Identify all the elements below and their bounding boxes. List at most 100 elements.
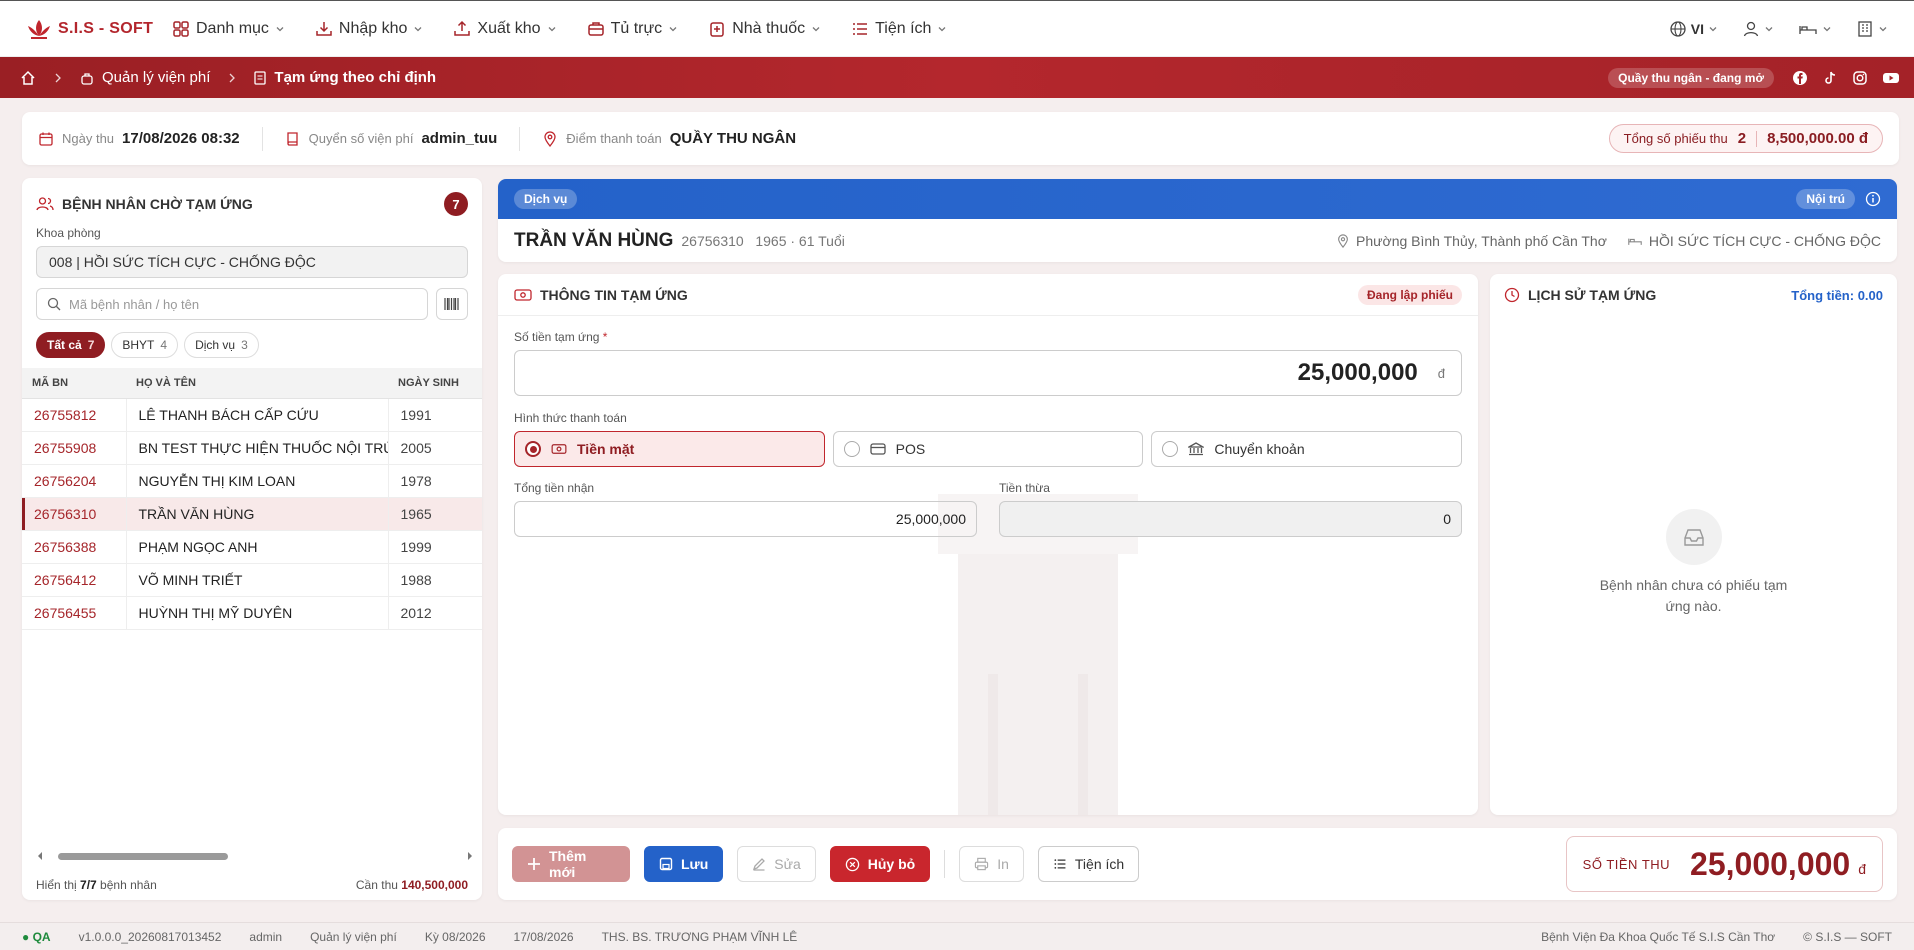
- menu-nha-thuoc[interactable]: Nhà thuốc: [708, 20, 821, 38]
- scrollbar-thumb[interactable]: [58, 852, 228, 860]
- search-placeholder: Mã bệnh nhân / họ tên: [69, 296, 200, 312]
- radio-unchecked[interactable]: [843, 441, 860, 457]
- button-label: Thêm mới: [549, 848, 587, 880]
- home-icon[interactable]: [20, 70, 36, 86]
- print-button[interactable]: In: [959, 846, 1024, 882]
- document-icon: [254, 70, 267, 85]
- pencil-icon: [752, 857, 766, 871]
- col-header-name[interactable]: HỌ VÀ TÊN: [126, 368, 388, 399]
- tab-bhyt[interactable]: BHYT 4: [111, 332, 179, 358]
- radio-checked[interactable]: [525, 441, 541, 457]
- utility-button[interactable]: Tiện ích: [1037, 846, 1140, 882]
- edit-button[interactable]: Sửa: [737, 846, 816, 882]
- footer-prefix: Hiển thị: [36, 878, 81, 892]
- building-icon: [1856, 20, 1874, 38]
- payment-cash-option[interactable]: Tiền mặt: [514, 431, 825, 467]
- waiting-patients-panel: BỆNH NHÂN CHỜ TẠM ỨNG 7 Khoa phòng 008 |…: [22, 178, 482, 900]
- patient-type-badge: Dịch vụ: [514, 189, 578, 209]
- cabinet-icon: [587, 20, 605, 38]
- button-label: In: [997, 856, 1009, 872]
- list-icon: [851, 20, 869, 38]
- copyright-text: © S.I.S — SOFT: [1803, 929, 1892, 944]
- payment-transfer-option[interactable]: Chuyển khoản: [1151, 431, 1463, 467]
- advance-amount-input[interactable]: 25,000,000 đ: [514, 350, 1462, 396]
- col-header-id[interactable]: MÃ BN: [22, 368, 126, 399]
- received-amount-input[interactable]: 25,000,000: [514, 501, 977, 537]
- building-menu[interactable]: [1856, 20, 1888, 38]
- radio-unchecked[interactable]: [1162, 441, 1179, 457]
- horizontal-scrollbar[interactable]: [36, 850, 474, 862]
- hospital-text: Bệnh Viện Đa Khoa Quốc Tế S.I.S Cần Thơ: [1541, 929, 1776, 944]
- table-row[interactable]: 26756310 TRẦN VĂN HÙNG 1965: [22, 497, 482, 531]
- cash-icon: [551, 443, 567, 455]
- users-icon: [36, 196, 54, 212]
- menu-danh-muc[interactable]: Danh mục: [172, 20, 285, 38]
- table-row[interactable]: 26756204 NGUYỄN THỊ KIM LOAN 1978: [22, 464, 482, 498]
- period-text: Kỳ 08/2026: [424, 929, 486, 944]
- tab-count: 4: [160, 338, 168, 352]
- chevron-down-icon: [811, 24, 821, 34]
- tab-all[interactable]: Tất cả 7: [36, 332, 106, 358]
- cell-dob: 1978: [388, 464, 482, 498]
- menu-label: Danh mục: [196, 19, 269, 37]
- youtube-icon[interactable]: [1882, 70, 1900, 86]
- inbox-icon: [1665, 509, 1722, 565]
- facebook-icon[interactable]: [1792, 70, 1808, 86]
- scroll-right-icon[interactable]: [466, 851, 474, 861]
- search-icon: [47, 297, 61, 311]
- cell-dob: 2005: [388, 431, 482, 465]
- instagram-icon[interactable]: [1852, 70, 1868, 86]
- logo-text: S.I.S - SOFT: [58, 19, 154, 37]
- tab-dich-vu[interactable]: Dịch vụ 3: [184, 332, 259, 358]
- currency-symbol: đ: [1437, 365, 1445, 381]
- cancel-button[interactable]: Hủy bỏ: [829, 846, 931, 882]
- dept-select[interactable]: 008 | HỒI SỨC TÍCH CỰC - CHỐNG ĐỘC: [36, 246, 468, 278]
- menu-tien-ich[interactable]: Tiện ích: [851, 20, 947, 38]
- date-text: 17/08/2026: [513, 929, 574, 944]
- calendar-icon: [38, 131, 54, 147]
- scroll-left-icon[interactable]: [36, 851, 44, 861]
- menu-tu-truc[interactable]: Tủ trực: [587, 20, 679, 38]
- menu-label: Tủ trực: [610, 19, 663, 37]
- pharmacy-icon: [708, 20, 726, 38]
- user-menu[interactable]: [1742, 20, 1774, 38]
- total-collect-label: SỐ TIỀN THU: [1582, 856, 1671, 872]
- change-amount-field: 0: [999, 501, 1462, 537]
- app-logo[interactable]: S.I.S - SOFT: [26, 18, 172, 40]
- patient-search-input[interactable]: Mã bệnh nhân / họ tên: [36, 288, 428, 320]
- cell-name: NGUYỄN THỊ KIM LOAN: [126, 464, 389, 498]
- chevron-down-icon: [1878, 24, 1888, 34]
- table-row[interactable]: 26756388 PHẠM NGỌC ANH 1999: [22, 530, 482, 564]
- table-row[interactable]: 26756455 HUỲNH THỊ MỸ DUYÊN 2012: [22, 596, 482, 630]
- table-row[interactable]: 26756412 VÕ MINH TRIẾT 1988: [22, 563, 482, 597]
- button-label: Sửa: [774, 856, 801, 872]
- breadcrumb: Quản lý viện phí Tạm ứng theo chỉ định: [20, 69, 436, 86]
- menu-xuat-kho[interactable]: Xuất kho: [453, 20, 556, 38]
- add-new-button[interactable]: Thêm mới: [512, 846, 630, 882]
- module-text: Quản lý viện phí: [310, 929, 397, 944]
- tab-label: Tất cả: [47, 338, 82, 352]
- bed-menu[interactable]: [1798, 20, 1832, 38]
- barcode-scan-button[interactable]: [436, 288, 468, 320]
- info-icon[interactable]: [1865, 191, 1881, 207]
- shown-count-text: Hiển thị 7/7 bệnh nhân: [36, 878, 157, 892]
- credit-card-icon: [870, 443, 886, 455]
- tiktok-icon[interactable]: [1822, 70, 1838, 86]
- list-icon: [1053, 857, 1067, 871]
- cell-id: 26756388: [22, 530, 127, 564]
- save-button[interactable]: Lưu: [644, 846, 724, 882]
- building-watermark: [938, 494, 1138, 815]
- chevron-right-icon: [228, 73, 236, 83]
- language-selector[interactable]: VI: [1669, 20, 1718, 38]
- payment-pos-option[interactable]: POS: [832, 431, 1144, 467]
- col-header-dob[interactable]: NGÀY SINH: [388, 368, 482, 399]
- table-row[interactable]: 26755908 BN TEST THỰC HIỆN THUỐC NỘI TRÚ 2…: [22, 431, 482, 465]
- menu-nhap-kho[interactable]: Nhập kho: [315, 20, 424, 38]
- breadcrumb-module[interactable]: Quản lý viện phí: [102, 69, 210, 86]
- tab-label: BHYT: [122, 338, 155, 352]
- map-pin-icon: [542, 130, 558, 147]
- table-row[interactable]: 26755812 LÊ THANH BÁCH CẤP CỨU 1991: [22, 398, 482, 432]
- cell-dob: 1988: [388, 563, 482, 597]
- cash-icon: [514, 288, 532, 302]
- button-label: Tiện ích: [1074, 856, 1125, 872]
